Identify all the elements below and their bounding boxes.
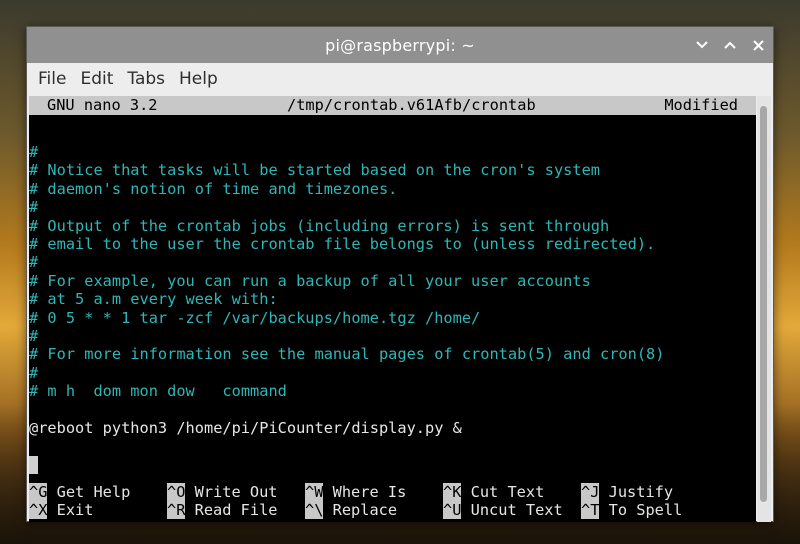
shortcut-item: ^R Read File <box>167 501 278 520</box>
chevron-down-icon <box>696 41 708 49</box>
shortcut-label: Read File <box>185 501 278 520</box>
shortcut-key: ^U <box>443 501 462 520</box>
shortcut-label: Exit <box>47 501 94 520</box>
editor-line: # <box>29 363 39 382</box>
nano-version: GNU nano 3.2 <box>47 96 158 114</box>
shortcut-item: ^T To Spell <box>581 501 683 520</box>
terminal-area[interactable]: GNU nano 3.2 /tmp/crontab.v61Afb/crontab… <box>29 96 756 522</box>
menu-bar: File Edit Tabs Help <box>27 63 773 95</box>
shortcut-item: ^U Uncut Text <box>443 501 563 520</box>
shortcut-key: ^G <box>29 483 48 501</box>
editor-line: # at 5 a.m every week with: <box>29 290 278 309</box>
editor-line: # For example, you can run a backup of a… <box>29 271 591 290</box>
editor-line: # <box>29 253 39 272</box>
shortcut-row-2: ^X Exit ^R Read File ^\ Replace ^U Uncut Te… <box>29 501 756 520</box>
window-title: pi@raspberrypi: ~ <box>325 35 475 55</box>
shortcut-key: ^J <box>581 483 600 501</box>
close-icon <box>752 39 764 51</box>
shortcut-key: ^\ <box>305 501 324 520</box>
shortcut-label: Cut Text <box>461 483 545 501</box>
shortcut-key: ^R <box>167 501 186 520</box>
shortcut-item: ^W Where Is <box>305 483 406 501</box>
chevron-up-icon <box>724 41 736 49</box>
shortcut-label: Uncut Text <box>461 501 563 520</box>
shortcut-label: Replace <box>323 501 398 520</box>
terminal-window: pi@raspberrypi: ~ File Edit Tabs Help GN… <box>26 26 774 522</box>
nano-status: Modified <box>664 96 738 114</box>
shortcut-bar: ^G Get Help ^O Write Out ^W Where Is ^K Cut… <box>29 483 756 520</box>
editor-line: # Notice that tasks will be started base… <box>29 161 600 180</box>
editor-line: # <box>29 326 39 345</box>
shortcut-item: ^K Cut Text <box>443 483 544 501</box>
nano-header-bar: GNU nano 3.2 /tmp/crontab.v61Afb/crontab… <box>29 96 756 115</box>
shortcut-row-1: ^G Get Help ^O Write Out ^W Where Is ^K Cut… <box>29 483 756 501</box>
shortcut-key: ^X <box>29 501 48 520</box>
editor-line: # <box>29 198 39 217</box>
shortcut-item: ^\ Replace <box>305 501 398 520</box>
menu-edit[interactable]: Edit <box>73 65 120 93</box>
text-cursor <box>29 455 38 474</box>
window-controls <box>695 27 765 63</box>
menu-file[interactable]: File <box>31 65 73 93</box>
close-button[interactable] <box>751 38 765 52</box>
editor-line: # For more information see the manual pa… <box>29 345 665 364</box>
scrollbar-thumb[interactable] <box>760 106 767 502</box>
editor-line: # <box>29 143 39 161</box>
editor-line: # Output of the crontab jobs (including … <box>29 216 610 235</box>
shortcut-item: ^J Justify <box>581 483 673 501</box>
shortcut-item: ^O Write Out <box>167 483 278 501</box>
editor-line: # m h dom mon dow command <box>29 382 287 401</box>
shortcut-label: Where Is <box>323 483 407 501</box>
shortcut-key: ^K <box>443 483 462 501</box>
shortcut-item: ^X Exit <box>29 501 94 520</box>
editor-line: # daemon's notion of time and timezones. <box>29 179 398 198</box>
shortcut-label: Justify <box>599 483 674 501</box>
menu-tabs[interactable]: Tabs <box>120 65 172 93</box>
title-bar[interactable]: pi@raspberrypi: ~ <box>27 27 773 63</box>
shortcut-label: Get Help <box>47 483 131 501</box>
editor-line: @reboot python3 /home/pi/PiCounter/displ… <box>29 418 462 437</box>
shortcut-key: ^T <box>581 501 600 520</box>
shortcut-label: To Spell <box>599 501 683 520</box>
shortcut-key: ^W <box>305 483 324 501</box>
minimize-button[interactable] <box>695 38 709 52</box>
editor-line: # 0 5 * * 1 tar -zcf /var/backups/home.t… <box>29 308 481 327</box>
cursor-line <box>29 455 664 474</box>
nano-filename: /tmp/crontab.v61Afb/crontab <box>287 96 536 114</box>
maximize-button[interactable] <box>723 38 737 52</box>
menu-help[interactable]: Help <box>172 65 225 93</box>
editor-buffer[interactable]: # # Notice that tasks will be started bas… <box>29 143 664 474</box>
shortcut-key: ^O <box>167 483 186 501</box>
scrollbar[interactable] <box>757 96 771 522</box>
shortcut-label: Write Out <box>185 483 278 501</box>
shortcut-item: ^G Get Help <box>29 483 130 501</box>
editor-line: # email to the user the crontab file bel… <box>29 234 656 253</box>
